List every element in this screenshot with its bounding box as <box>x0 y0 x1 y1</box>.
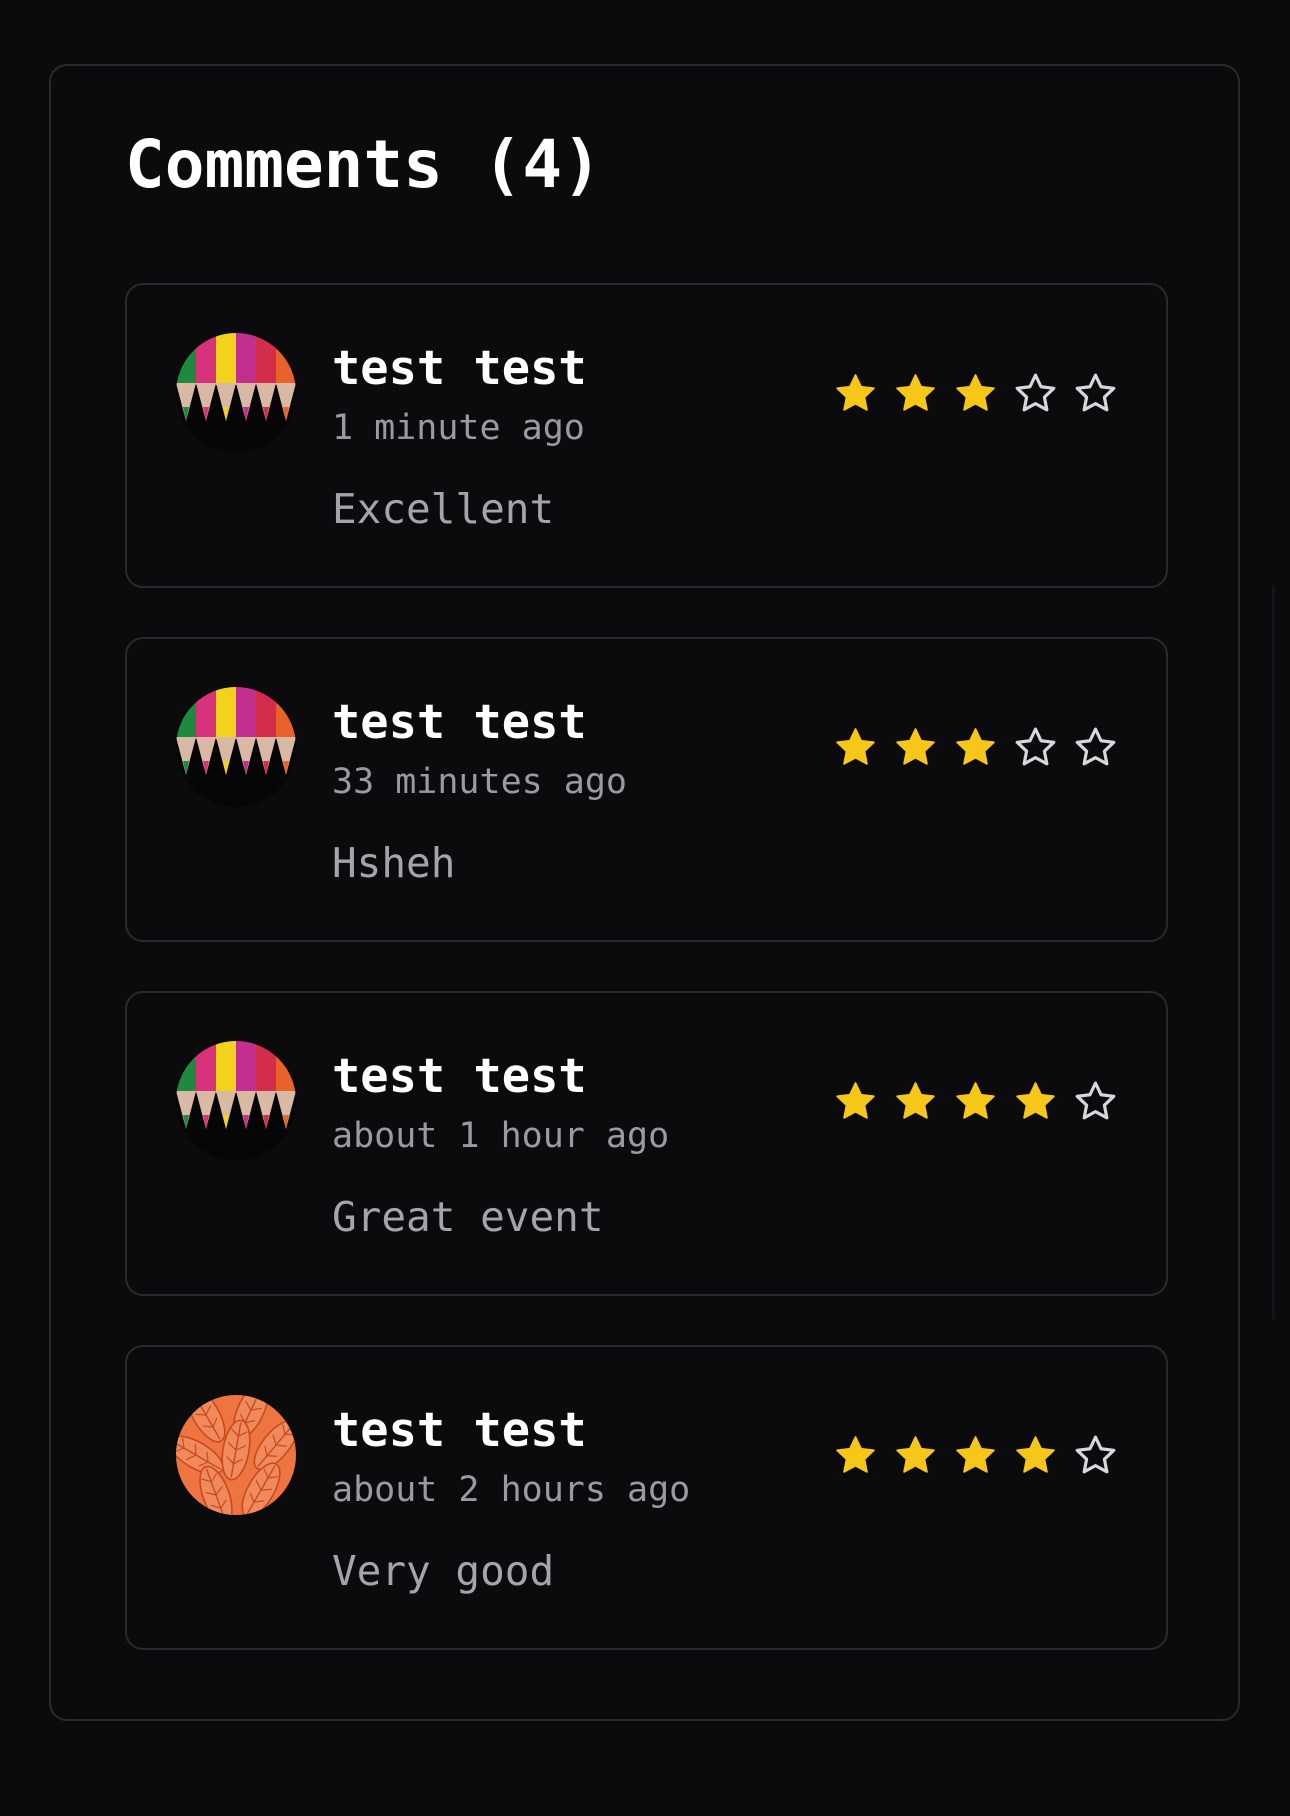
comment-card: test test 1 minute ago Excellent <box>125 283 1168 588</box>
comment-author[interactable]: test test <box>332 1407 587 1454</box>
star-rating <box>833 371 1118 416</box>
star-filled-icon <box>896 1436 935 1473</box>
comment-timestamp: 33 minutes ago <box>332 762 628 802</box>
comment-timestamp: about 1 hour ago <box>332 1116 670 1156</box>
star-filled-icon <box>836 1082 875 1119</box>
comment-text: Excellent <box>332 485 555 533</box>
comment-timestamp: 1 minute ago <box>332 408 585 448</box>
star-rating <box>833 1079 1118 1124</box>
comment-author[interactable]: test test <box>332 345 587 392</box>
star-filled-icon <box>1016 1082 1055 1119</box>
comment-author[interactable]: test test <box>332 1053 587 1100</box>
star-filled-icon <box>896 374 935 411</box>
star-filled-icon <box>836 374 875 411</box>
star-filled-icon <box>956 374 995 411</box>
star-filled-icon <box>896 1082 935 1119</box>
comment-timestamp: about 2 hours ago <box>332 1470 691 1510</box>
comments-title: Comments (4) <box>125 126 602 203</box>
comment-card: test test 33 minutes ago Hsheh <box>125 637 1168 942</box>
comment-text: Great event <box>332 1193 604 1241</box>
star-filled-icon <box>1016 1436 1055 1473</box>
star-filled-icon <box>956 1436 995 1473</box>
star-empty-icon <box>1015 373 1056 412</box>
star-empty-icon <box>1075 727 1116 766</box>
star-rating <box>833 1433 1118 1478</box>
star-empty-icon <box>1015 727 1056 766</box>
star-filled-icon <box>836 1436 875 1473</box>
star-filled-icon <box>896 728 935 765</box>
star-empty-icon <box>1075 1435 1116 1474</box>
star-empty-icon <box>1075 373 1116 412</box>
user-avatar[interactable] <box>176 333 296 453</box>
comments-panel: Comments (4) test test 1 minute ago Exce… <box>49 64 1240 1721</box>
comment-author[interactable]: test test <box>332 699 587 746</box>
star-filled-icon <box>956 728 995 765</box>
user-avatar[interactable] <box>176 1395 296 1515</box>
star-filled-icon <box>836 728 875 765</box>
comment-text: Hsheh <box>332 839 456 887</box>
scrollbar[interactable] <box>1272 585 1275 1320</box>
comment-text: Very good <box>332 1547 555 1595</box>
star-filled-icon <box>956 1082 995 1119</box>
star-rating <box>833 725 1118 770</box>
comment-card: test test about 2 hours ago Very good <box>125 1345 1168 1650</box>
comment-card: test test about 1 hour ago Great event <box>125 991 1168 1296</box>
user-avatar[interactable] <box>176 687 296 807</box>
star-empty-icon <box>1075 1081 1116 1120</box>
user-avatar[interactable] <box>176 1041 296 1161</box>
